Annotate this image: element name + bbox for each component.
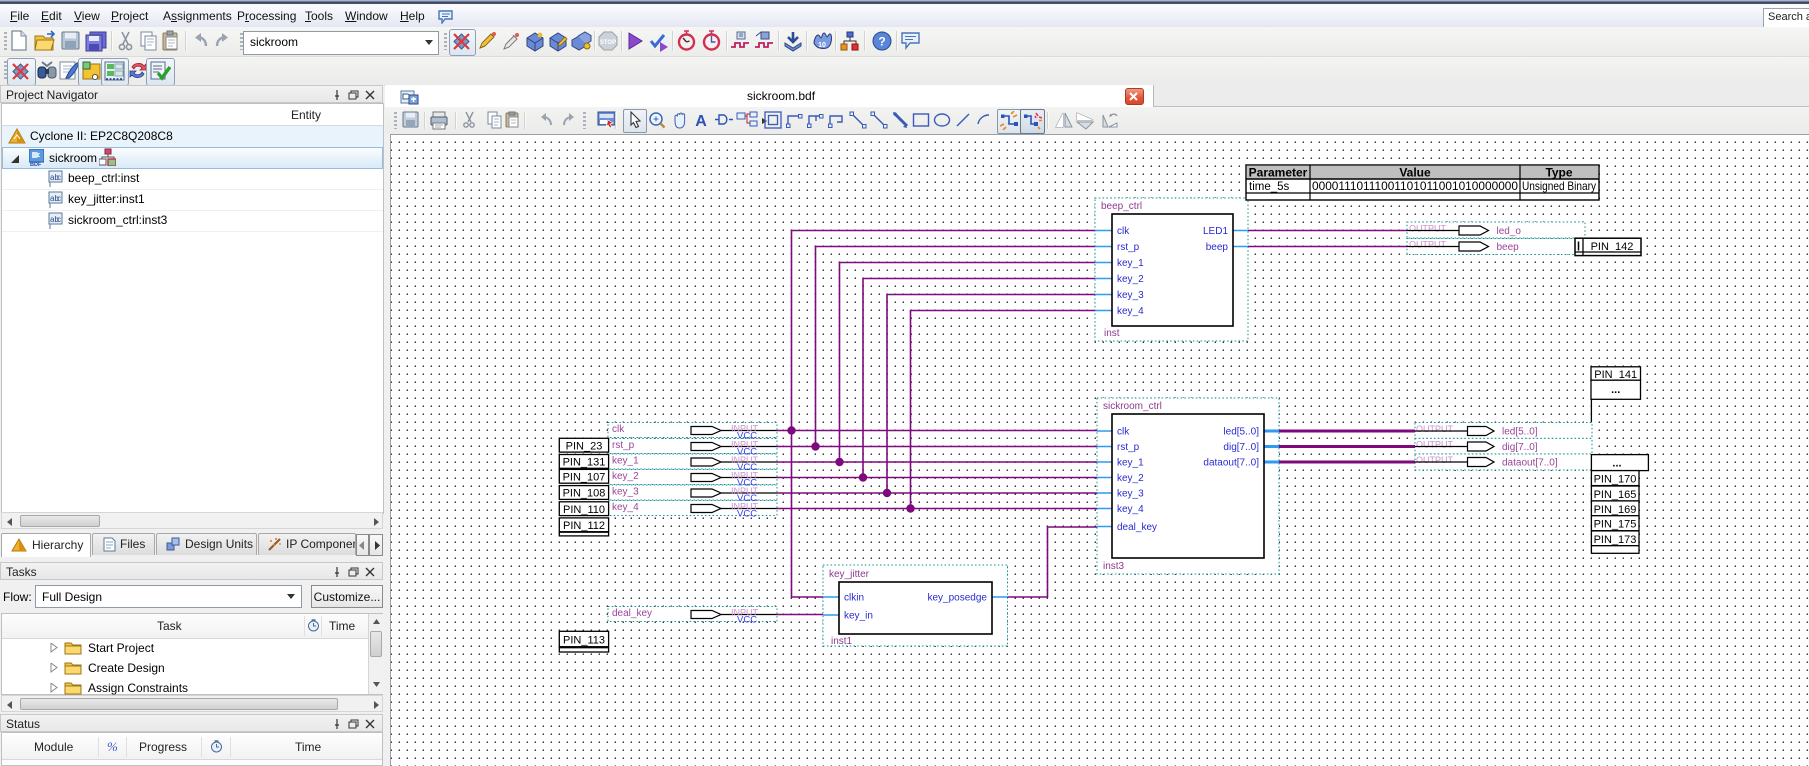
svg-text:beep: beep — [1206, 242, 1229, 253]
svg-text:PIN_131: PIN_131 — [563, 457, 606, 469]
svg-text:PIN_141: PIN_141 — [1594, 369, 1637, 381]
svg-text:dataout[7..0]: dataout[7..0] — [1502, 458, 1558, 469]
svg-text:key_4: key_4 — [612, 502, 639, 513]
svg-text:led[5..0]: led[5..0] — [1502, 427, 1538, 438]
svg-text:PIN_142: PIN_142 — [1591, 241, 1634, 253]
svg-text:OUTPUT: OUTPUT — [1409, 240, 1447, 250]
svg-text:key_2: key_2 — [1117, 473, 1144, 484]
svg-text:OUTPUT: OUTPUT — [1409, 224, 1447, 234]
svg-text:PIN_173: PIN_173 — [1594, 534, 1637, 546]
svg-text:key_3: key_3 — [1117, 489, 1144, 500]
svg-text:key_in: key_in — [844, 611, 873, 622]
svg-text:OUTPUT: OUTPUT — [1416, 424, 1454, 434]
svg-text:clk: clk — [612, 424, 625, 435]
svg-text:LED1: LED1 — [1203, 226, 1228, 237]
svg-text:OUTPUT: OUTPUT — [1416, 440, 1454, 450]
svg-text:key_1: key_1 — [1117, 258, 1144, 269]
svg-text:000011101110011010110010100000: 00001110111001101011001010000000 — [1312, 179, 1518, 193]
svg-text:key_posedge: key_posedge — [928, 593, 988, 604]
svg-text:PIN_23: PIN_23 — [566, 440, 603, 452]
svg-text:time_5s: time_5s — [1249, 181, 1290, 193]
svg-text:sickroom_ctrl: sickroom_ctrl — [1103, 401, 1162, 412]
svg-text:key_2: key_2 — [612, 471, 639, 482]
svg-text:key_4: key_4 — [1117, 306, 1144, 317]
svg-text:key_1: key_1 — [612, 456, 639, 467]
svg-text:PIN_113: PIN_113 — [563, 634, 605, 646]
svg-text:key_3: key_3 — [612, 487, 639, 498]
svg-text:key_3: key_3 — [1117, 290, 1144, 301]
svg-text:c: c — [57, 173, 61, 182]
svg-text:key_2: key_2 — [1117, 274, 1144, 285]
svg-text:key_jitter: key_jitter — [829, 569, 870, 580]
svg-text:VCC: VCC — [737, 615, 757, 626]
svg-text:Parameter: Parameter — [1249, 166, 1308, 180]
svg-text:c: c — [57, 215, 61, 224]
svg-text:Unsigned Binary: Unsigned Binary — [1522, 179, 1596, 193]
svg-text:A: A — [695, 113, 707, 130]
svg-text:PIN_170: PIN_170 — [1594, 474, 1637, 486]
svg-text:Value: Value — [1399, 166, 1431, 180]
svg-text:clk: clk — [1117, 427, 1130, 438]
svg-text:led[5..0]: led[5..0] — [1223, 427, 1259, 438]
svg-text:rst_p: rst_p — [1117, 242, 1140, 253]
svg-text:VCC: VCC — [737, 509, 757, 520]
svg-text:?: ? — [878, 35, 885, 49]
svg-text:PIN_169: PIN_169 — [1594, 504, 1637, 516]
svg-text:inst3: inst3 — [1103, 561, 1125, 572]
svg-text:c: c — [57, 194, 61, 203]
svg-text:PIN_165: PIN_165 — [1594, 489, 1637, 501]
svg-text:key_4: key_4 — [1117, 504, 1144, 515]
svg-text:clkin: clkin — [844, 593, 864, 604]
svg-text:inst1: inst1 — [831, 636, 853, 647]
svg-text:beep: beep — [1497, 242, 1520, 253]
svg-text:STOP: STOP — [600, 40, 616, 46]
svg-text:PIN_107: PIN_107 — [563, 471, 606, 483]
svg-text:clk: clk — [1117, 226, 1130, 237]
svg-text:beep_ctrl: beep_ctrl — [1101, 201, 1142, 212]
svg-text:OUTPUT: OUTPUT — [1416, 455, 1454, 465]
svg-text:PIN_108: PIN_108 — [563, 488, 606, 500]
svg-text:BDF: BDF — [30, 162, 42, 166]
svg-text:key_1: key_1 — [1117, 458, 1144, 469]
svg-text:led_o: led_o — [1497, 226, 1522, 237]
svg-text:inst: inst — [1104, 328, 1120, 339]
svg-text:rst_p: rst_p — [1117, 442, 1140, 453]
svg-text:10: 10 — [818, 42, 826, 49]
svg-text:Type: Type — [1545, 166, 1572, 180]
svg-text:PIN_110: PIN_110 — [563, 504, 605, 516]
svg-text:dig[7..0]: dig[7..0] — [1502, 442, 1538, 453]
svg-text:deal_key: deal_key — [612, 608, 652, 619]
svg-text:rst_p: rst_p — [612, 440, 635, 451]
svg-text:dig[7..0]: dig[7..0] — [1223, 442, 1259, 453]
svg-text:PIN_112: PIN_112 — [563, 520, 605, 532]
svg-text:...: ... — [1612, 458, 1621, 470]
svg-text:...: ... — [1611, 384, 1620, 396]
svg-text:dataout[7..0]: dataout[7..0] — [1203, 458, 1259, 469]
svg-text:deal_key: deal_key — [1117, 522, 1157, 533]
svg-text:PIN_175: PIN_175 — [1594, 519, 1637, 531]
